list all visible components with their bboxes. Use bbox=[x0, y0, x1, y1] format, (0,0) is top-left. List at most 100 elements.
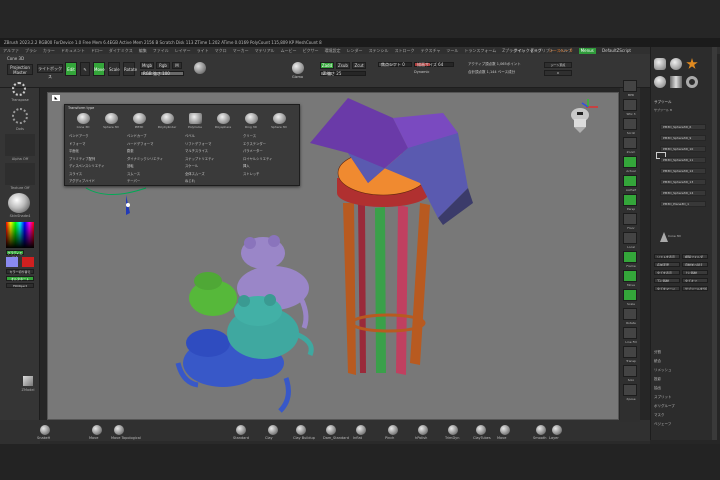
brush-slot-icon[interactable] bbox=[500, 425, 510, 435]
menu-item[interactable]: レンダー bbox=[347, 47, 363, 54]
subtool-row[interactable]: PM3D_Plane3D_1 bbox=[660, 201, 706, 207]
menu-item[interactable]: ステンシル bbox=[369, 47, 389, 54]
transform-type-option[interactable]: アグディブハイド bbox=[69, 178, 95, 183]
brush-slot-icon[interactable] bbox=[40, 425, 50, 435]
stool-model[interactable] bbox=[337, 150, 430, 375]
brush-slot-icon[interactable] bbox=[448, 425, 458, 435]
tool-thumb-sphere[interactable] bbox=[654, 76, 666, 88]
gradient-toggle[interactable]: グラディエント bbox=[6, 250, 24, 259]
brush-slot-icon[interactable] bbox=[236, 425, 246, 435]
subtool-row[interactable]: PM3D_Sphere3D_9 bbox=[660, 135, 706, 141]
transform-type-option[interactable]: ドフォーマ bbox=[69, 141, 85, 146]
subtool-action-button[interactable]: 全てオフ bbox=[682, 278, 708, 283]
transform-type-option[interactable]: ダイナミックシリエティ bbox=[127, 156, 163, 161]
dynamic-toggle[interactable]: Dynamic bbox=[414, 70, 429, 74]
scale-button[interactable]: Scale bbox=[108, 62, 120, 76]
secondary-color-swatch[interactable] bbox=[6, 257, 18, 267]
menu-item[interactable]: テクスチャ bbox=[421, 47, 441, 54]
brush-slot-icon[interactable] bbox=[388, 425, 398, 435]
menu-item[interactable]: ファイル bbox=[153, 47, 169, 54]
subtool-action-button[interactable]: リストを表示 bbox=[654, 254, 680, 259]
view-tool-icon[interactable] bbox=[623, 118, 637, 130]
transform-type-option[interactable]: ロイヤルシリエティ bbox=[243, 156, 272, 161]
menu-item[interactable]: ライト bbox=[197, 47, 209, 54]
view-tool-icon[interactable] bbox=[623, 346, 637, 358]
primitive-thumb[interactable] bbox=[105, 113, 118, 124]
brush-slot-icon[interactable] bbox=[92, 425, 102, 435]
move-button[interactable]: Move bbox=[93, 62, 105, 76]
m-button[interactable]: M bbox=[172, 62, 182, 69]
transpose-icon[interactable] bbox=[12, 82, 26, 96]
subtool-section-header[interactable]: スプリット bbox=[654, 395, 672, 400]
transform-type-option[interactable]: スライス bbox=[69, 171, 82, 176]
transform-type-option[interactable]: 全体スムーズ bbox=[185, 171, 205, 176]
quicksave-button[interactable]: クイックセーブ bbox=[514, 47, 542, 54]
subtool-action-button[interactable]: 自動並べ替え bbox=[682, 262, 708, 267]
view-tool-icon[interactable] bbox=[623, 251, 637, 263]
subtool-section-header[interactable]: 抽出 bbox=[654, 386, 661, 391]
subtool-row[interactable]: PM3D_Sphere3D_11 bbox=[660, 157, 706, 163]
subtool-section-header[interactable]: マスク bbox=[654, 413, 665, 418]
alpha-off-slot[interactable] bbox=[5, 134, 35, 156]
brush-slot-icon[interactable] bbox=[536, 425, 546, 435]
subtool-action-button[interactable]: 下に移動 bbox=[654, 278, 680, 283]
transform-type-option[interactable]: 平面化 bbox=[69, 148, 79, 153]
brush-slot-icon[interactable] bbox=[326, 425, 336, 435]
lightbox-button[interactable]: ライトボックス bbox=[37, 64, 63, 79]
menu-item[interactable]: ドロー bbox=[91, 47, 103, 54]
menu-item[interactable]: ムービー bbox=[281, 47, 297, 54]
menu-item[interactable]: カラー bbox=[43, 47, 55, 54]
brush-slot-icon[interactable] bbox=[418, 425, 428, 435]
subtool-row[interactable]: PM3D_Sphere3D_13 bbox=[660, 179, 706, 185]
tool-thumb-cone[interactable] bbox=[654, 58, 666, 70]
subtool-section-header[interactable]: ベジェーフ bbox=[654, 422, 671, 427]
transform-type-option[interactable]: パラメーター bbox=[243, 148, 263, 153]
menu-item[interactable]: マテリアル bbox=[255, 47, 275, 54]
primitive-thumb[interactable] bbox=[217, 113, 230, 124]
brush-slot-icon[interactable] bbox=[114, 425, 124, 435]
subtool-section-header[interactable]: リメッシュ bbox=[654, 368, 672, 373]
rgb-intensity-slider[interactable]: RGB 強さ 100 bbox=[140, 71, 184, 76]
primitive-thumb[interactable] bbox=[77, 113, 90, 124]
view-tool-icon[interactable] bbox=[623, 156, 637, 168]
primitive-thumb[interactable] bbox=[273, 113, 286, 124]
switch-color-button[interactable]: カラー切り替え bbox=[6, 269, 34, 274]
primitive-thumb[interactable] bbox=[189, 113, 202, 124]
draw-size-slider[interactable]: 描画サイズ 64 bbox=[414, 62, 454, 67]
projection-master-button[interactable]: Projection Master bbox=[7, 64, 33, 75]
menu-item[interactable]: マクロ bbox=[215, 47, 227, 54]
subtool-row[interactable]: PM3D_Sphere3D_14 bbox=[660, 190, 706, 196]
transform-type-option[interactable]: ベンドアーク bbox=[69, 133, 89, 138]
tool-thumb-star[interactable] bbox=[686, 58, 698, 69]
transform-type-option[interactable]: ねじれ bbox=[185, 178, 195, 183]
subtool-action-button[interactable]: 上に移動 bbox=[682, 270, 708, 275]
view-tool-icon[interactable] bbox=[623, 308, 637, 320]
transform-type-option[interactable]: 膨張 bbox=[127, 148, 134, 153]
transform-type-option[interactable]: 挿入 bbox=[243, 163, 250, 168]
menu-item[interactable]: ピクサー bbox=[303, 47, 319, 54]
menu-item[interactable]: ストローク bbox=[395, 47, 415, 54]
subtool-row[interactable]: PM3D_Sphere3D_6 bbox=[660, 124, 706, 130]
view-tool-icon[interactable] bbox=[623, 213, 637, 225]
zscript-label[interactable]: DefaultZScript bbox=[602, 47, 631, 54]
zsub-button[interactable]: Zsub bbox=[336, 62, 350, 69]
transform-type-option[interactable]: リフトデフォーマ bbox=[185, 141, 211, 146]
texture-off-slot[interactable] bbox=[5, 163, 35, 185]
view-tool-icon[interactable] bbox=[623, 384, 637, 396]
menu-item[interactable]: トランスフォーム bbox=[464, 47, 496, 54]
transform-type-option[interactable]: ストレッチ bbox=[243, 171, 259, 176]
tool-thumb-ring[interactable] bbox=[686, 76, 698, 88]
transform-type-option[interactable]: 回転 bbox=[127, 163, 134, 168]
zcut-button[interactable]: Zcut bbox=[352, 62, 366, 69]
primitive-thumb[interactable] bbox=[245, 113, 258, 124]
transform-type-option[interactable]: スムース bbox=[127, 171, 140, 176]
menu-item[interactable]: アルファ bbox=[3, 47, 19, 54]
brush-slot-icon[interactable] bbox=[476, 425, 486, 435]
zero-button[interactable]: 0 bbox=[544, 70, 572, 76]
view-tool-icon[interactable] bbox=[623, 137, 637, 149]
menu-item[interactable]: 環境設定 bbox=[325, 47, 341, 54]
subtool-action-button[interactable]: 全てをマージ bbox=[654, 286, 680, 291]
view-tool-icon[interactable] bbox=[623, 327, 637, 339]
mrgb-button[interactable]: Mrgb bbox=[140, 62, 154, 69]
primitive-thumb[interactable] bbox=[133, 113, 146, 124]
